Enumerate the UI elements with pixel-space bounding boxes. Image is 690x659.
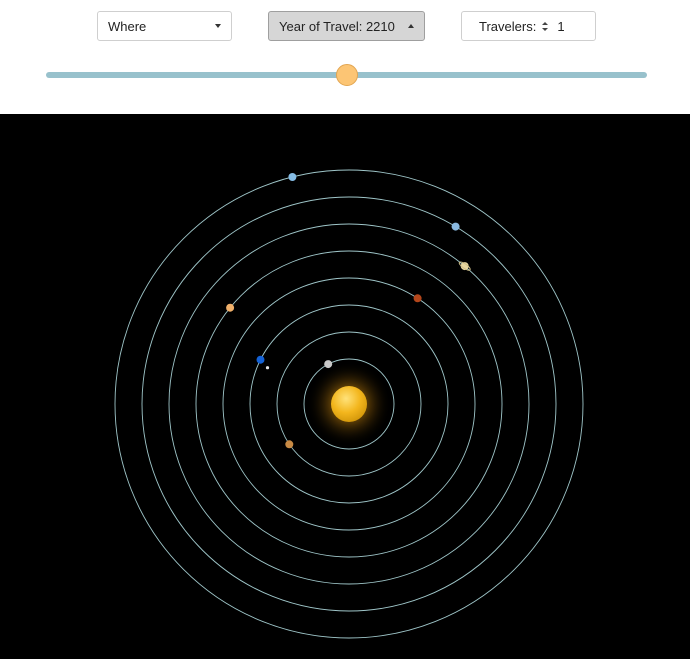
travelers-stepper[interactable]: [542, 21, 549, 31]
year-of-travel-label: Year of Travel: 2210: [279, 18, 395, 34]
travelers-field: Travelers:: [461, 11, 596, 41]
solar-system-view: [0, 114, 690, 659]
planet-mercury[interactable]: [324, 360, 333, 369]
chevron-up-icon: [408, 24, 414, 28]
planet-venus[interactable]: [285, 440, 294, 449]
slider-thumb[interactable]: [335, 64, 358, 86]
planet-mars[interactable]: [413, 294, 422, 303]
year-of-travel-dropdown[interactable]: Year of Travel: 2210: [268, 11, 425, 41]
sun[interactable]: [331, 386, 367, 422]
where-dropdown-label: Where: [108, 18, 147, 34]
where-dropdown[interactable]: Where: [97, 11, 232, 41]
planet-earth[interactable]: [256, 355, 265, 364]
app-window: Where Year of Travel: 2210 Travelers:: [0, 0, 690, 659]
planet-neptune[interactable]: [288, 173, 297, 181]
travelers-input[interactable]: [557, 18, 582, 34]
chevron-down-icon: [215, 24, 221, 28]
travelers-label: Travelers:: [479, 18, 537, 34]
planet-jupiter[interactable]: [226, 303, 235, 312]
planet-uranus[interactable]: [451, 222, 460, 231]
stepper-up-icon[interactable]: [542, 21, 549, 25]
controls-bar: Where Year of Travel: 2210 Travelers:: [0, 0, 690, 114]
stepper-down-icon[interactable]: [542, 27, 549, 31]
year-slider[interactable]: [46, 64, 647, 86]
solar-system-canvas: [114, 169, 584, 639]
moon-earth: [265, 366, 270, 370]
